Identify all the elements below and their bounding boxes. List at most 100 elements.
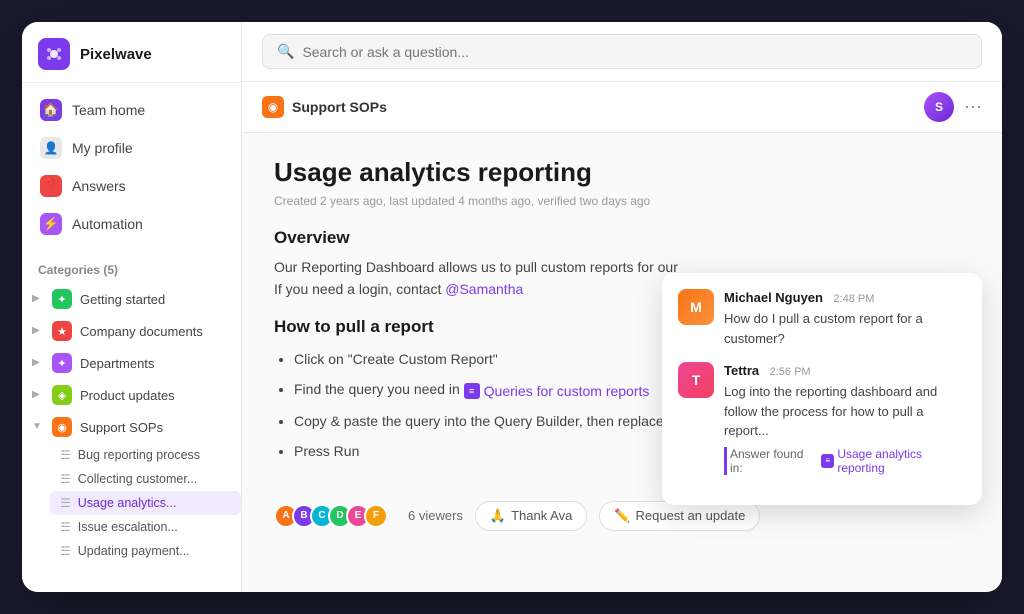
cat-label-company-docs: Company documents (80, 324, 203, 339)
sidebar-item-automation[interactable]: ⚡ Automation (30, 205, 233, 243)
sidebar-nav: 🏠 Team home 👤 My profile ❓ Answers ⚡ Aut… (22, 83, 241, 251)
sub-label-usage-analytics: Usage analytics... (78, 496, 177, 510)
cat-icon-support-sops: ◉ (52, 417, 72, 437)
cat-icon-departments: ✦ (52, 353, 72, 373)
breadcrumb-bar: ◉ Support SOPs S ⋯ (242, 82, 1002, 133)
answers-icon: ❓ (40, 175, 62, 197)
nav-label-my-profile: My profile (72, 140, 133, 156)
chat-content-1: Michael Nguyen 2:48 PM How do I pull a c… (724, 289, 966, 348)
chevron-down-icon: ▼ (32, 421, 44, 433)
viewer-count: 6 viewers (408, 508, 463, 523)
thank-label: Thank Ava (511, 508, 572, 523)
doc-icon: ☰ (60, 544, 71, 558)
search-icon: 🔍 (277, 43, 294, 60)
category-product-updates[interactable]: ▶ ◈ Product updates (22, 379, 241, 411)
category-company-docs[interactable]: ▶ ★ Company documents (22, 315, 241, 347)
tettra-avatar: T (678, 362, 714, 398)
answer-found-label: Answer found in: (730, 447, 815, 475)
categories-header: Categories (5) (22, 251, 241, 283)
cat-icon-company-docs: ★ (52, 321, 72, 341)
answer-link-label: Usage analytics reporting (837, 447, 966, 475)
answer-link-icon: ≡ (821, 454, 834, 468)
thank-button[interactable]: 🙏 Thank Ava (475, 501, 587, 531)
answer-found: Answer found in: ≡ Usage analytics repor… (724, 447, 966, 475)
chat-content-2: Tettra 2:56 PM Log into the reporting da… (724, 362, 966, 475)
michael-avatar: M (678, 289, 714, 325)
sub-label-issue-escalation: Issue escalation... (78, 520, 178, 534)
search-input[interactable] (302, 44, 967, 60)
update-icon: ✏️ (614, 508, 630, 524)
sidebar: Pixelwave 🏠 Team home 👤 My profile ❓ Ans… (22, 22, 242, 592)
doc-link-label: Queries for custom reports (484, 377, 650, 405)
home-icon: 🏠 (40, 99, 62, 121)
breadcrumb-left: ◉ Support SOPs (262, 96, 387, 118)
main-header: 🔍 (242, 22, 1002, 82)
overview-text2: If you need a login, contact (274, 281, 445, 297)
sidebar-logo: Pixelwave (22, 22, 241, 83)
viewer-avatar-6: F (364, 504, 388, 528)
doc-link-icon: ≡ (464, 383, 480, 399)
user-avatar: S (924, 92, 954, 122)
sub-label-updating-payment: Updating payment... (78, 544, 190, 558)
chat-popup: M Michael Nguyen 2:48 PM How do I pull a… (662, 273, 982, 505)
subcategory-list: ☰ Bug reporting process ☰ Collecting cus… (22, 443, 241, 563)
subcategory-collecting-customer[interactable]: ☰ Collecting customer... (50, 467, 241, 491)
subcategory-usage-analytics[interactable]: ☰ Usage analytics... (50, 491, 241, 515)
chevron-icon: ▶ (32, 293, 44, 305)
request-update-button[interactable]: ✏️ Request an update (599, 501, 760, 531)
sub-label-collecting-customer: Collecting customer... (78, 472, 198, 486)
search-bar[interactable]: 🔍 (262, 34, 982, 69)
category-getting-started[interactable]: ▶ ✦ Getting started (22, 283, 241, 315)
michael-text: How do I pull a custom report for a cust… (724, 309, 966, 348)
article-area: Usage analytics reporting Created 2 year… (242, 133, 1002, 592)
cat-icon-getting-started: ✦ (52, 289, 72, 309)
categories-list: ▶ ✦ Getting started ▶ ★ Company document… (22, 283, 241, 563)
overview-heading: Overview (274, 228, 970, 248)
automation-icon: ⚡ (40, 213, 62, 235)
cat-label-product-updates: Product updates (80, 388, 175, 403)
cat-label-getting-started: Getting started (80, 292, 165, 307)
subcategory-issue-escalation[interactable]: ☰ Issue escalation... (50, 515, 241, 539)
doc-icon: ☰ (60, 472, 71, 486)
michael-time: 2:48 PM (833, 293, 874, 305)
tettra-text: Log into the reporting dashboard and fol… (724, 382, 966, 441)
sidebar-item-team-home[interactable]: 🏠 Team home (30, 91, 233, 129)
chat-message-1: M Michael Nguyen 2:48 PM How do I pull a… (678, 289, 966, 348)
subcategory-updating-payment[interactable]: ☰ Updating payment... (50, 539, 241, 563)
subcategory-bug-reporting[interactable]: ☰ Bug reporting process (50, 443, 241, 467)
breadcrumb-actions: S ⋯ (924, 92, 982, 122)
article-title: Usage analytics reporting (274, 157, 970, 188)
profile-icon: 👤 (40, 137, 62, 159)
tettra-name: Tettra (724, 363, 759, 378)
queries-link[interactable]: ≡ Queries for custom reports (464, 377, 650, 405)
update-label: Request an update (636, 508, 746, 523)
doc-icon: ☰ (60, 520, 71, 534)
article-meta: Created 2 years ago, last updated 4 mont… (274, 194, 970, 208)
main-content: 🔍 ◉ Support SOPs S ⋯ Usage analytics rep… (242, 22, 1002, 592)
nav-label-team-home: Team home (72, 102, 145, 118)
tettra-avatar-letter: T (692, 372, 701, 388)
app-container: Pixelwave 🏠 Team home 👤 My profile ❓ Ans… (22, 22, 1002, 592)
sidebar-item-my-profile[interactable]: 👤 My profile (30, 129, 233, 167)
thank-icon: 🙏 (490, 508, 506, 524)
cat-label-support-sops: Support SOPs (80, 420, 163, 435)
logo-icon (38, 38, 70, 70)
doc-icon: ☰ (60, 448, 71, 462)
chevron-icon: ▶ (32, 357, 44, 369)
michael-avatar-letter: M (690, 299, 702, 315)
category-departments[interactable]: ▶ ✦ Departments (22, 347, 241, 379)
viewer-avatars: A B C D E F (274, 504, 382, 528)
chat-message-2: T Tettra 2:56 PM Log into the reporting … (678, 362, 966, 475)
more-options-button[interactable]: ⋯ (964, 97, 982, 118)
app-name: Pixelwave (80, 46, 152, 63)
category-support-sops[interactable]: ▼ ◉ Support SOPs (22, 411, 241, 443)
breadcrumb-label: Support SOPs (292, 99, 387, 115)
doc-icon: ☰ (60, 496, 71, 510)
mention-samantha[interactable]: @Samantha (445, 281, 523, 297)
breadcrumb-icon: ◉ (262, 96, 284, 118)
cat-icon-product-updates: ◈ (52, 385, 72, 405)
sub-label-bug-reporting: Bug reporting process (78, 448, 200, 462)
nav-label-automation: Automation (72, 216, 143, 232)
answer-link[interactable]: ≡ Usage analytics reporting (821, 447, 966, 475)
sidebar-item-answers[interactable]: ❓ Answers (30, 167, 233, 205)
